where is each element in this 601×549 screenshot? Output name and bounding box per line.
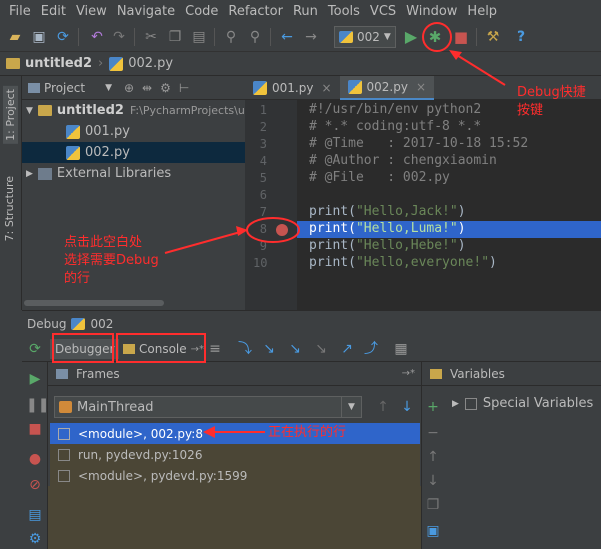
running-line-annotation: 正在执行的行 [268,425,347,440]
gutter-circle [246,217,300,243]
debug-shortcut-annotation: Debug快捷 按键 [517,85,586,118]
click-hint-annotation: 点击此空白处 选择需要Debug 的行 [64,235,159,286]
arrow-head-icon [449,50,462,60]
console-tab-box [116,333,206,363]
arrow-head-icon [203,426,215,438]
debugger-tab-box [52,333,114,363]
debug-button-circle [422,22,452,52]
arrow-line [164,230,245,254]
arrow-head-icon [236,226,248,236]
arrow-line [451,51,506,86]
